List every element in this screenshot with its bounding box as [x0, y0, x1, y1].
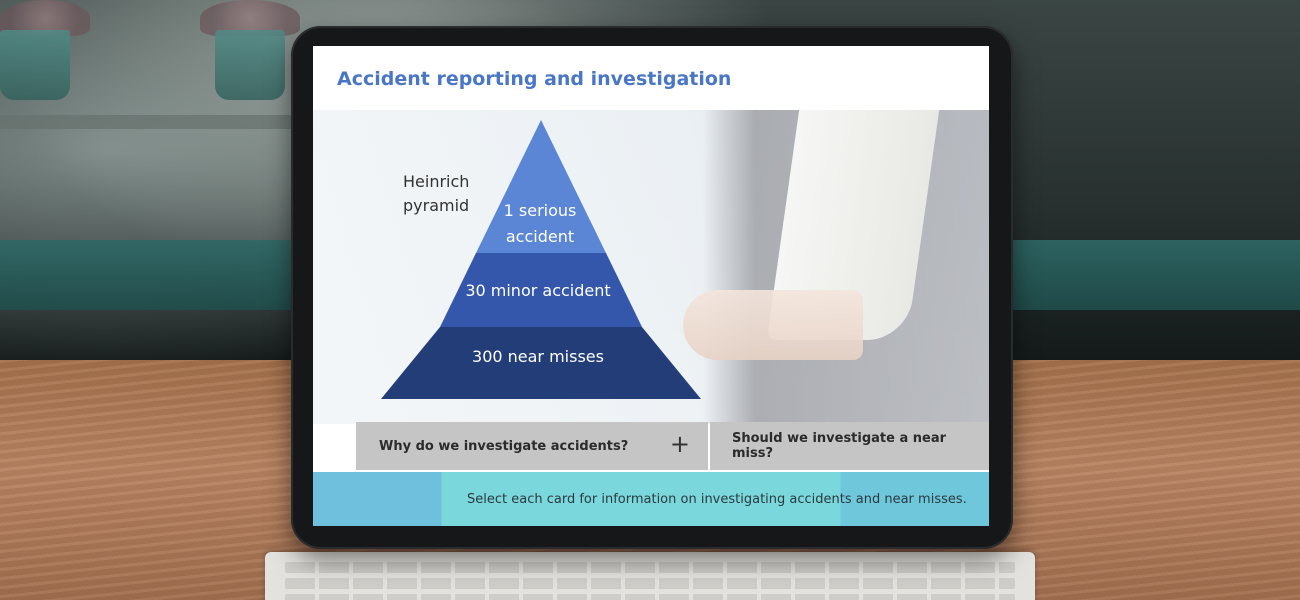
- cast-arm: [683, 290, 863, 360]
- pyramid-tier-3-text: 300 near misses: [472, 347, 604, 366]
- card-near-miss[interactable]: Should we investigate a near miss?: [710, 422, 989, 470]
- background-pot: [0, 30, 70, 100]
- card-label: Should we investigate a near miss?: [732, 431, 947, 461]
- key-row: [285, 562, 1015, 573]
- tablet-screen: Accident reporting and investigation Hei…: [313, 46, 989, 526]
- key-row: [285, 578, 1015, 589]
- plus-icon[interactable]: +: [670, 432, 690, 456]
- background-sill: [0, 115, 300, 129]
- key-row: [285, 594, 1015, 600]
- card-label: Why do we investigate accidents?: [379, 438, 629, 454]
- page-title: Accident reporting and investigation: [337, 68, 732, 90]
- instruction-bar: Select each card for information on inve…: [313, 472, 989, 526]
- course-header: Accident reporting and investigation: [313, 46, 989, 110]
- background-pot: [215, 30, 285, 100]
- keyboard: [265, 552, 1035, 600]
- card-why-investigate[interactable]: Why do we investigate accidents? +: [356, 422, 708, 470]
- pyramid-tier-1-text: 1 serious accident: [503, 201, 577, 246]
- pyramid-tier-2-text: 30 minor accident: [465, 281, 611, 300]
- instruction-text: Select each card for information on inve…: [467, 492, 967, 507]
